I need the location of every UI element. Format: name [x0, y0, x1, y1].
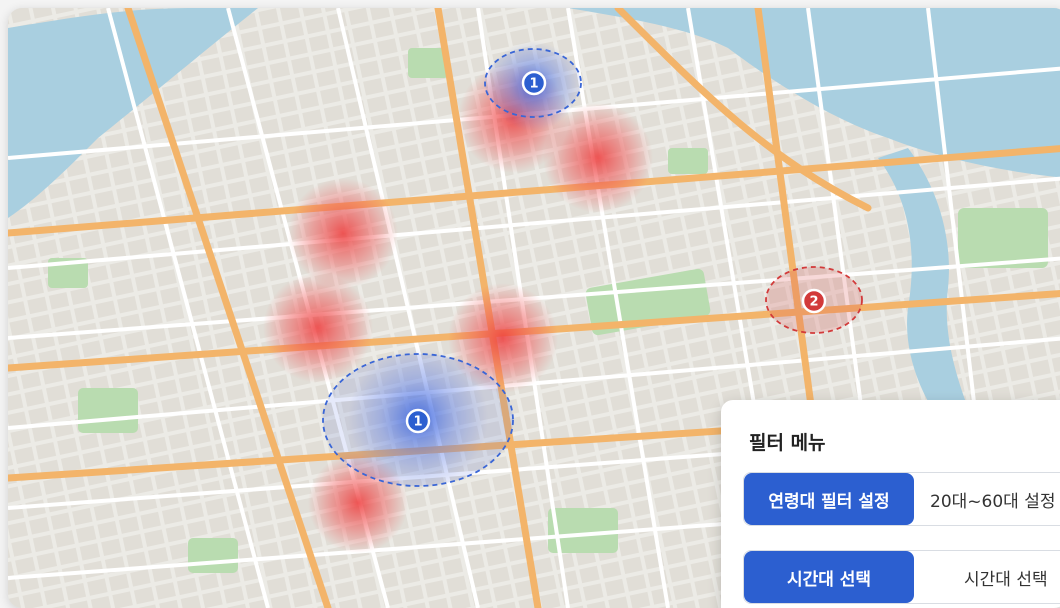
- cluster-count: 1: [529, 77, 538, 92]
- filter-panel-title: 필터 메뉴: [749, 432, 826, 454]
- time-filter-value[interactable]: 시간대 선택: [964, 551, 1048, 603]
- filter-panel: 필터 메뉴 연령대 필터 설정 20대~60대 설정 시간대 선택 시간대 선택: [721, 400, 1060, 608]
- cluster-count: 2: [809, 295, 818, 310]
- cluster-marker-north[interactable]: 1: [520, 69, 548, 97]
- time-filter-button[interactable]: 시간대 선택: [744, 551, 914, 603]
- map-frame: 1 1 2 필터 메뉴 연령대 필터 설정 20대~60대 설정 시간대 선택 …: [8, 8, 1060, 608]
- cluster-count: 1: [413, 415, 422, 430]
- age-filter-row: 연령대 필터 설정 20대~60대 설정: [743, 472, 1060, 526]
- age-filter-button[interactable]: 연령대 필터 설정: [744, 473, 914, 525]
- age-filter-value[interactable]: 20대~60대 설정: [930, 473, 1055, 525]
- cluster-marker-center[interactable]: 1: [404, 407, 432, 435]
- cluster-marker-east[interactable]: 2: [800, 287, 828, 315]
- time-filter-row: 시간대 선택 시간대 선택: [743, 550, 1060, 604]
